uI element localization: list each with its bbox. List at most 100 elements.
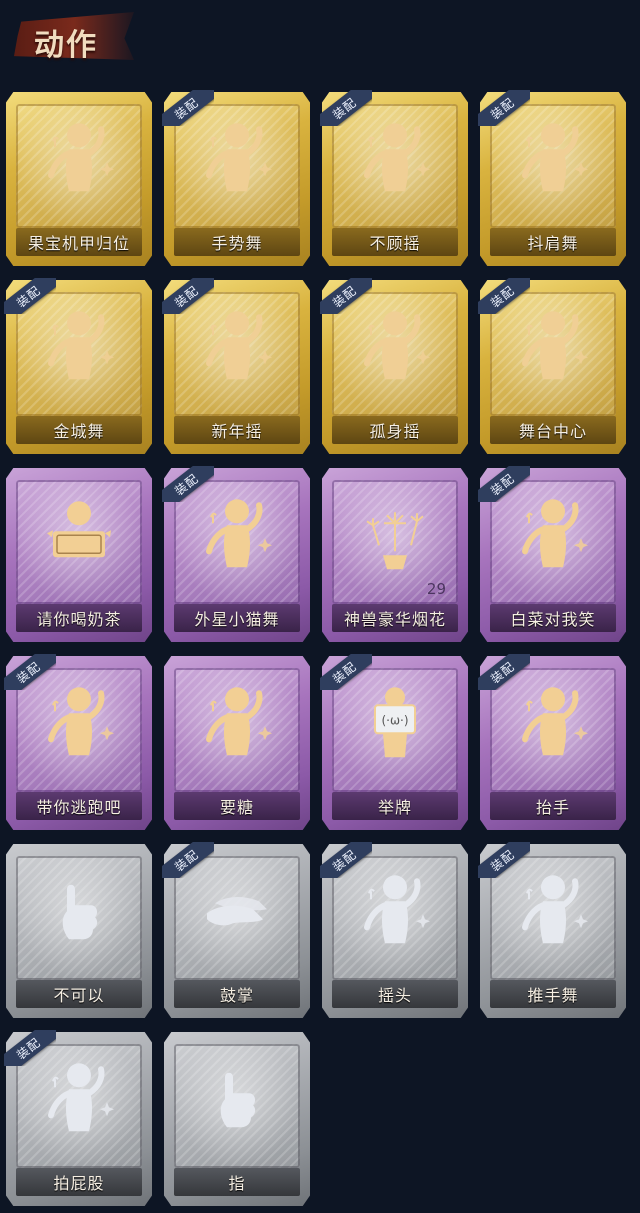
- equipped-label: 装配: [171, 846, 201, 874]
- emote-card[interactable]: 抬手 装配: [478, 654, 626, 830]
- equipped-label: 装配: [487, 470, 517, 498]
- card-name: 请你喝奶茶: [36, 610, 122, 629]
- equipped-badge: 装配: [162, 466, 214, 502]
- equipped-badge: 装配: [320, 654, 372, 690]
- emote-card[interactable]: 指: [164, 1032, 310, 1206]
- emote-card[interactable]: 新年摇 装配: [162, 278, 310, 454]
- character-stage-icon: [513, 305, 593, 389]
- emote-card[interactable]: 白菜对我笑 装配: [478, 466, 626, 642]
- card-name: 手势舞: [211, 234, 263, 253]
- card-name-bar: 手势舞: [174, 228, 300, 256]
- equipped-badge: 装配: [478, 90, 530, 126]
- emote-card[interactable]: 舞台中心 装配: [478, 278, 626, 454]
- character-run-icon: [39, 681, 119, 765]
- character-raise-hand-icon: [513, 681, 593, 765]
- emote-card[interactable]: 带你逃跑吧 装配: [4, 654, 152, 830]
- character-shrug-icon: [513, 117, 593, 201]
- card-name-bar: 请你喝奶茶: [16, 604, 142, 632]
- card-name-bar: 不可以: [16, 980, 142, 1008]
- card-name-bar: 举牌: [332, 792, 458, 820]
- card-art: [16, 856, 142, 980]
- character-pat-icon: [39, 1057, 119, 1141]
- card-name-bar: 舞台中心: [490, 416, 616, 444]
- clapping-hands-icon: [197, 869, 277, 953]
- item-count: 29: [426, 580, 446, 598]
- card-name-bar: 金城舞: [16, 416, 142, 444]
- equipped-badge: 装配: [320, 842, 372, 878]
- equipped-label: 装配: [487, 658, 517, 686]
- card-name-bar: 果宝机甲归位: [16, 228, 142, 256]
- equipped-badge: 装配: [162, 278, 214, 314]
- emote-card[interactable]: 不顾摇 装配: [320, 90, 468, 266]
- character-cat-icon: [197, 493, 277, 577]
- equipped-badge: 装配: [162, 842, 214, 878]
- equipped-badge: 装配: [4, 654, 56, 690]
- character-candy-icon: [197, 681, 277, 765]
- card-name-bar: 带你逃跑吧: [16, 792, 142, 820]
- character-point-icon: [355, 117, 435, 201]
- character-wave-icon: [39, 305, 119, 389]
- card-name-bar: 不顾摇: [332, 228, 458, 256]
- emote-card[interactable]: 29 神兽豪华烟花: [322, 468, 468, 642]
- emote-card[interactable]: 请你喝奶茶: [6, 468, 152, 642]
- svg-text:(·ω·): (·ω·): [381, 713, 408, 727]
- card-name: 举牌: [377, 798, 412, 817]
- character-solo-icon: [355, 305, 435, 389]
- emote-card[interactable]: 果宝机甲归位: [6, 92, 152, 266]
- emote-card[interactable]: 拍屁股 装配: [4, 1030, 152, 1206]
- character-sign-icon: [39, 493, 119, 577]
- equipped-badge: 装配: [320, 90, 372, 126]
- card-name: 抖肩舞: [527, 234, 579, 253]
- emote-card[interactable]: 摇头 装配: [320, 842, 468, 1018]
- equipped-badge: 装配: [4, 278, 56, 314]
- card-name: 不可以: [53, 986, 105, 1005]
- card-name: 神兽豪华烟花: [343, 610, 446, 629]
- character-pose-icon: [39, 117, 119, 201]
- card-name-bar: 孤身摇: [332, 416, 458, 444]
- card-name: 摇头: [377, 986, 412, 1005]
- emote-card[interactable]: 推手舞 装配: [478, 842, 626, 1018]
- emote-card[interactable]: (·ω·) 举牌 装配: [320, 654, 468, 830]
- equipped-label: 装配: [171, 94, 201, 122]
- card-name-bar: 白菜对我笑: [490, 604, 616, 632]
- card-name-bar: 要糖: [174, 792, 300, 820]
- fireworks-icon: [355, 493, 435, 577]
- card-name: 拍屁股: [53, 1174, 105, 1193]
- card-name: 要糖: [219, 798, 254, 817]
- emote-grid: 果宝机甲归位 手势舞 装配 不顾摇 装配 抖肩舞 装配 金城舞 装配 新年摇 装配 孤身摇 装配 舞台中心…: [0, 0, 640, 1213]
- emote-card[interactable]: 孤身摇 装配: [320, 278, 468, 454]
- emote-card[interactable]: 外星小猫舞 装配: [162, 466, 310, 642]
- character-sway-icon: [197, 305, 277, 389]
- emote-card[interactable]: 要糖: [164, 656, 310, 830]
- card-name: 带你逃跑吧: [36, 798, 122, 817]
- card-name-bar: 拍屁股: [16, 1168, 142, 1196]
- card-name: 金城舞: [53, 422, 105, 441]
- equipped-label: 装配: [171, 282, 201, 310]
- card-name-bar: 抖肩舞: [490, 228, 616, 256]
- emote-card[interactable]: 不可以: [6, 844, 152, 1018]
- card-art: [174, 1044, 300, 1168]
- card-name: 抬手: [535, 798, 570, 817]
- character-placard-icon: (·ω·): [355, 681, 435, 765]
- emote-card[interactable]: 金城舞 装配: [4, 278, 152, 454]
- emote-card[interactable]: 抖肩舞 装配: [478, 90, 626, 266]
- card-name-bar: 指: [174, 1168, 300, 1196]
- emote-card[interactable]: 鼓掌 装配: [162, 842, 310, 1018]
- emote-card[interactable]: 手势舞 装配: [162, 90, 310, 266]
- equipped-badge: 装配: [478, 278, 530, 314]
- equipped-label: 装配: [329, 282, 359, 310]
- equipped-label: 装配: [329, 658, 359, 686]
- card-name: 指: [228, 1174, 246, 1193]
- equipped-label: 装配: [329, 846, 359, 874]
- card-name: 孤身摇: [369, 422, 421, 441]
- character-push-icon: [513, 869, 593, 953]
- card-art: [174, 668, 300, 792]
- card-name: 果宝机甲归位: [27, 234, 130, 253]
- equipped-label: 装配: [487, 846, 517, 874]
- card-name: 舞台中心: [518, 422, 587, 441]
- equipped-badge: 装配: [162, 90, 214, 126]
- card-name: 外星小猫舞: [194, 610, 280, 629]
- equipped-label: 装配: [13, 282, 43, 310]
- card-name-bar: 神兽豪华烟花: [332, 604, 458, 632]
- card-name: 新年摇: [211, 422, 263, 441]
